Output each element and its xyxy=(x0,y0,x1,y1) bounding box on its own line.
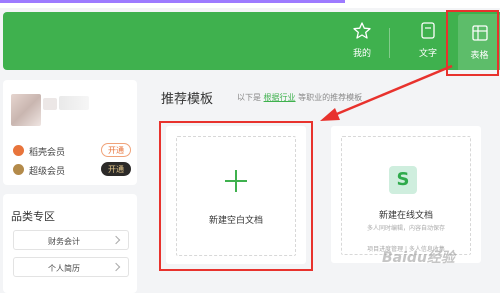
vip-label: 稻壳会员 xyxy=(29,148,66,158)
online-desc-1: 多人同时编辑，内容自动保存 xyxy=(366,225,445,232)
vip-row-docer: 稻壳会员 开通 xyxy=(13,143,131,158)
docer-vip-icon xyxy=(13,145,24,156)
watermark-logo: Baidu经验 xyxy=(382,250,455,266)
category-item-label: 个人简历 xyxy=(48,264,80,273)
username-blurred xyxy=(59,96,89,110)
category-item-resume[interactable]: 个人简历 xyxy=(13,257,129,277)
my-button-label: 我的 xyxy=(352,49,371,59)
user-card: 稻壳会员 开通 超级会员 开通 xyxy=(3,80,137,185)
blank-card-highlight xyxy=(159,121,313,271)
super-vip-icon xyxy=(13,164,24,175)
card-dashed-border xyxy=(341,136,471,255)
new-online-document-card[interactable]: S 新建在线文档 多人同时编辑，内容自动保存 项目进度管理 | 多人信息收集 xyxy=(331,126,481,263)
vip-label: 超级会员 xyxy=(29,167,66,177)
category-item-finance[interactable]: 财务会计 xyxy=(13,230,129,250)
online-sheet-logo-icon: S xyxy=(389,166,417,194)
top-accent-line xyxy=(0,0,500,8)
avatar-blur xyxy=(43,98,57,110)
vip-row-super: 超级会员 开通 xyxy=(13,162,131,177)
category-item-label: 财务会计 xyxy=(48,237,80,246)
header-divider xyxy=(389,28,390,58)
star-icon xyxy=(353,22,371,39)
section-subtitle: 以下是 根据行业 等职业的推荐模板 xyxy=(237,93,363,102)
text-button-label: 文字 xyxy=(418,49,437,59)
open-super-vip-button[interactable]: 开通 xyxy=(101,162,131,176)
category-title: 品类专区 xyxy=(11,210,55,223)
category-card: 品类专区 财务会计 个人简历 xyxy=(3,194,137,293)
new-online-document-label: 新建在线文档 xyxy=(378,211,433,221)
document-icon xyxy=(421,22,435,39)
open-docer-vip-button[interactable]: 开通 xyxy=(101,143,131,157)
section-title: 推荐模板 xyxy=(161,92,214,107)
industry-link[interactable]: 根据行业 xyxy=(264,93,296,102)
avatar[interactable] xyxy=(11,94,41,126)
